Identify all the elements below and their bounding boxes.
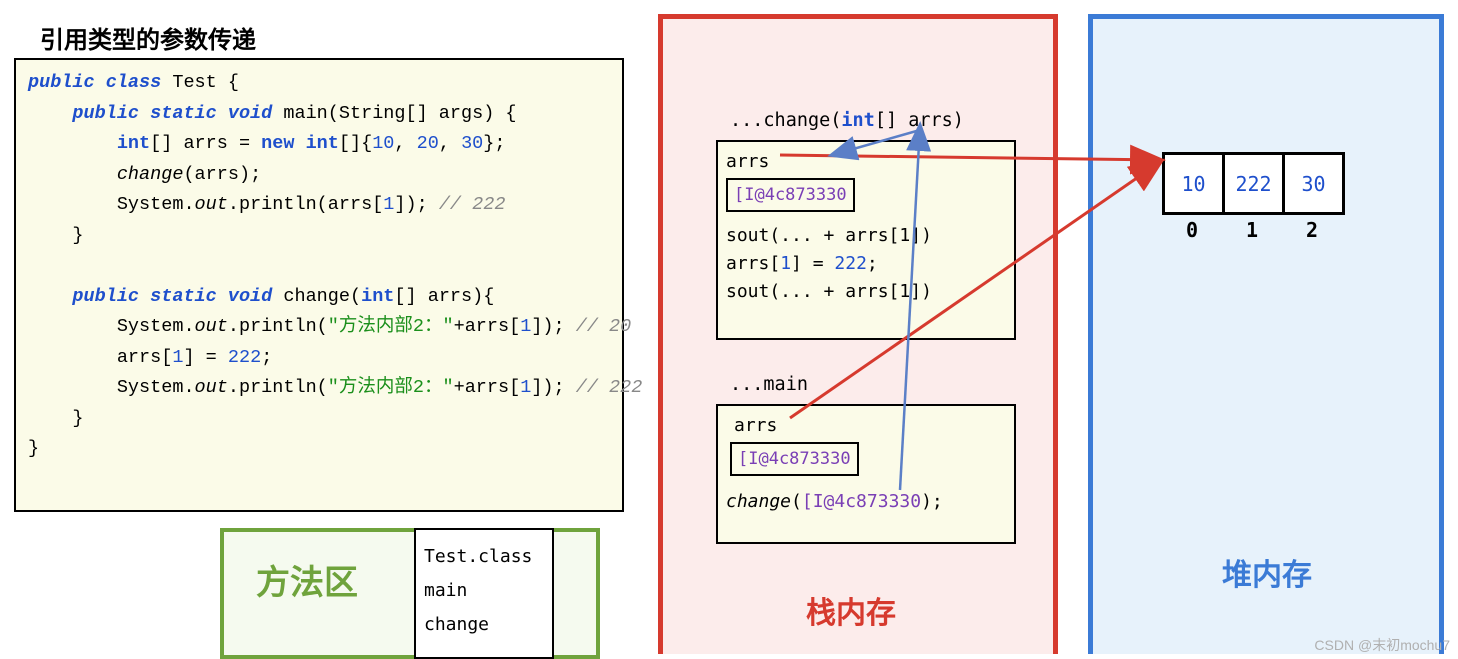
code-text: []{ (339, 133, 372, 154)
method-change: change (272, 286, 350, 307)
heap-idx-2: 2 (1306, 218, 1318, 242)
code-text: ( (350, 286, 361, 307)
main-address-box: [I@4c873330 (730, 442, 859, 476)
class-file-box: Test.class main change (414, 528, 554, 659)
call-change: change (117, 164, 184, 185)
stack-frame-main: arrs [I@4c873330 change([I@4c873330); (716, 404, 1016, 544)
code-text: .println(arrs[ (228, 194, 383, 215)
code-text: System. (117, 194, 195, 215)
out-field: out (195, 194, 228, 215)
frame-title-int: int (841, 110, 874, 131)
code-text: [] arrs){ (394, 286, 494, 307)
num-1b: 1 (520, 316, 531, 337)
code-text: ]); (531, 316, 575, 337)
change-sout2: sout(... + arrs[1]) (726, 278, 1006, 306)
code-text: }; (483, 133, 505, 154)
t: 222 (834, 253, 867, 274)
class-method-main: main (424, 574, 544, 608)
diagram-title: 引用类型的参数传递 (40, 20, 256, 55)
out-field2: out (195, 316, 228, 337)
heap-idx-1: 1 (1246, 218, 1258, 242)
stack-frame-change: arrs [I@4c873330 sout(... + arrs[1]) arr… (716, 140, 1016, 340)
kw-new-int: new int (261, 133, 339, 154)
t: arrs[ (726, 253, 780, 274)
class-file-name: Test.class (424, 540, 544, 574)
change-assign: arrs[1] = 222; (726, 250, 1006, 278)
t: 1 (780, 253, 791, 274)
main-call-change: change([I@4c873330); (726, 488, 1006, 516)
kw-int2: int (361, 286, 394, 307)
heap-idx-0: 0 (1186, 218, 1198, 242)
code-text: , (394, 133, 416, 154)
code-text: ] = (183, 347, 227, 368)
code-text: (String[] args) { (328, 103, 517, 124)
comment-222b: // 222 (576, 377, 643, 398)
code-text: +arrs[ (454, 377, 521, 398)
num-10: 10 (372, 133, 394, 154)
code-text: .println( (228, 377, 328, 398)
call-addr: [I@4c873330 (802, 491, 921, 512)
main-arrs-var: arrs (734, 415, 777, 436)
kw-public-class: public class (28, 72, 161, 93)
code-text: arrs[ (117, 347, 173, 368)
num-1: 1 (383, 194, 394, 215)
stack-change-title: ...change(int[] arrs) (730, 110, 964, 131)
source-code-box: public class Test { public static void m… (14, 58, 624, 512)
kw-int: int (117, 133, 150, 154)
num-30: 30 (461, 133, 483, 154)
watermark: CSDN @末初mochu7 (1314, 635, 1450, 655)
stack-label: 栈内存 (806, 588, 896, 632)
kw-psv2: public static void (72, 286, 272, 307)
heap-cell-0: 10 (1164, 154, 1224, 214)
call-name: change (726, 491, 791, 512)
code-text: .println( (228, 316, 328, 337)
code-text: ]); (394, 194, 438, 215)
out-field3: out (195, 377, 228, 398)
code-text: Test { (161, 72, 239, 93)
t: ; (867, 253, 878, 274)
heap-array: 10 222 30 (1162, 152, 1345, 215)
frame-title-text2: [] arrs) (875, 110, 964, 131)
num-1d: 1 (520, 377, 531, 398)
comment-222: // 222 (439, 194, 506, 215)
stack-main-title: ...main (730, 374, 808, 395)
code-text: +arrs[ (454, 316, 521, 337)
heap-label: 堆内存 (1222, 550, 1312, 594)
change-arrs-var: arrs (726, 151, 769, 172)
brace-close3: } (28, 438, 39, 459)
comment-20: // 20 (576, 316, 632, 337)
method-area-label: 方法区 (256, 555, 358, 604)
code-text: [] arrs = (150, 133, 261, 154)
brace-close: } (72, 225, 83, 246)
heap-cell-2: 30 (1284, 154, 1344, 214)
frame-title-text: ...change( (730, 110, 841, 131)
code-text: (arrs); (183, 164, 261, 185)
num-222: 222 (228, 347, 261, 368)
code-text: ; (261, 347, 272, 368)
code-text: System. (117, 316, 195, 337)
kw-psv: public static void (72, 103, 272, 124)
string-lit1: "方法内部2：" (328, 316, 454, 337)
heap-cell-1: 222 (1224, 154, 1284, 214)
t: ( (791, 491, 802, 512)
change-sout1: sout(... + arrs[1]) (726, 222, 1006, 250)
change-address-box: [I@4c873330 (726, 178, 855, 212)
string-lit2: "方法内部2：" (328, 377, 454, 398)
code-text: System. (117, 377, 195, 398)
t: ] = (791, 253, 834, 274)
method-main: main (272, 103, 328, 124)
num-20: 20 (417, 133, 439, 154)
brace-close2: } (72, 408, 83, 429)
code-text: , (439, 133, 461, 154)
code-text: ]); (531, 377, 575, 398)
t: ); (921, 491, 943, 512)
class-method-change: change (424, 608, 544, 642)
num-1c: 1 (172, 347, 183, 368)
